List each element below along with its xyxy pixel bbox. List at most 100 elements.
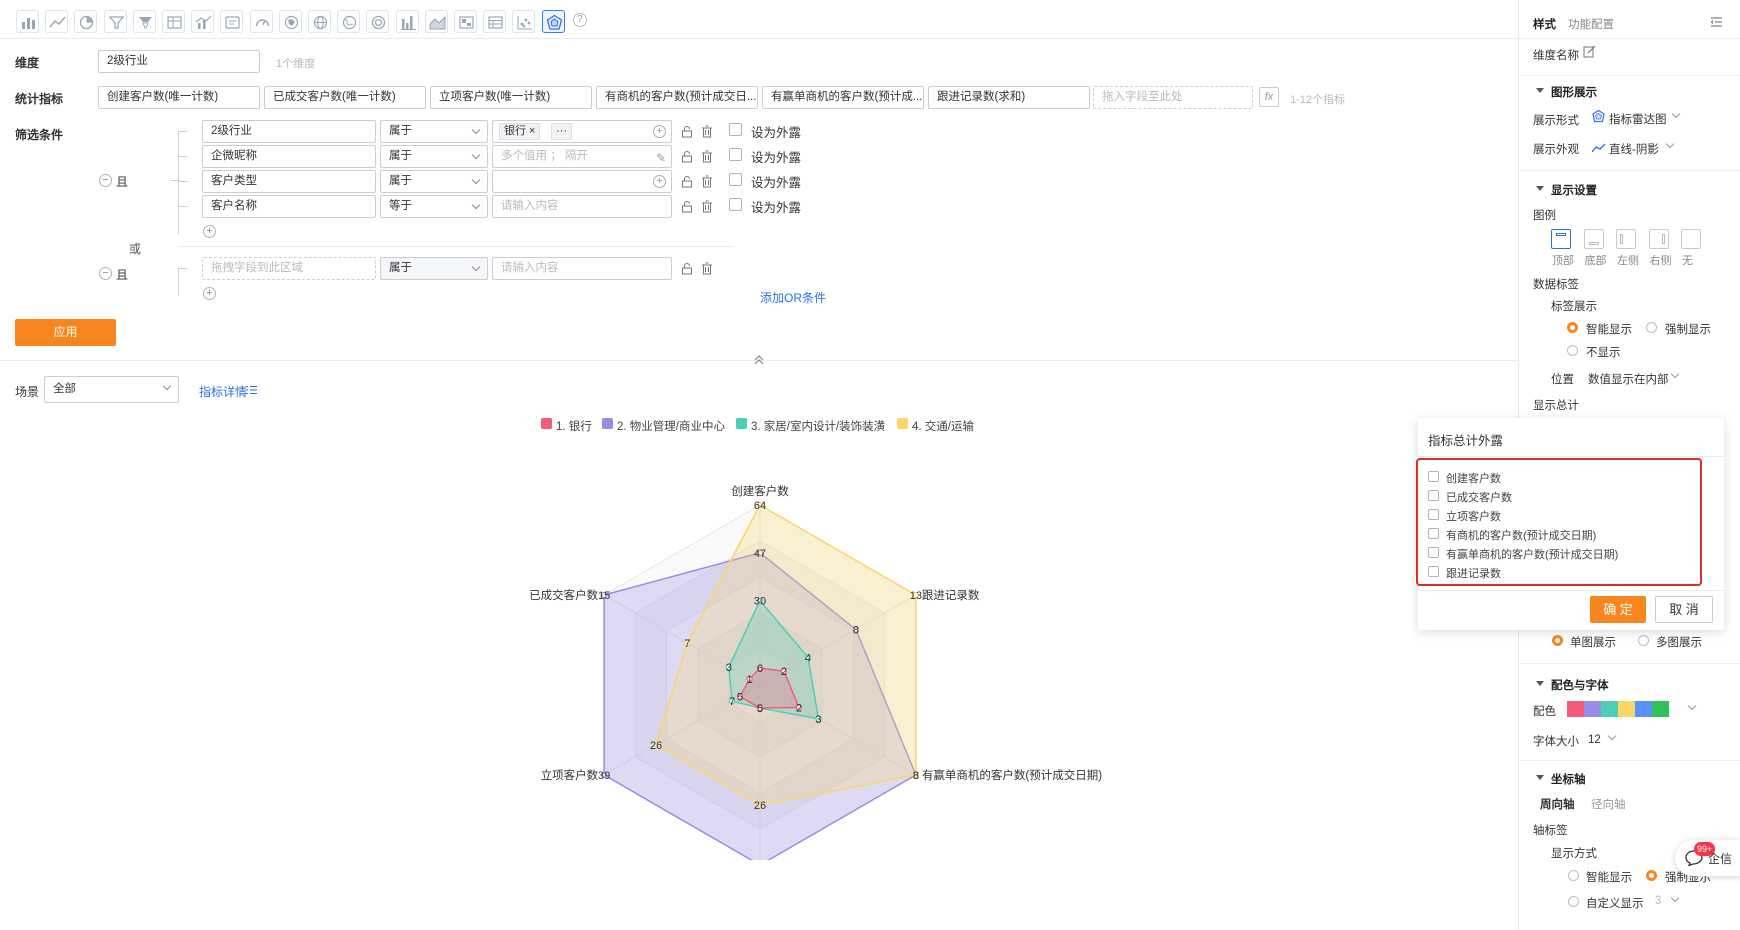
column-icon[interactable] bbox=[395, 10, 419, 33]
radio-multi-chart[interactable] bbox=[1638, 635, 1649, 646]
more-tags[interactable]: ··· bbox=[551, 123, 572, 140]
filter-field[interactable]: 企微昵称 bbox=[202, 145, 376, 168]
legend-label[interactable]: 3. 家居/室内设计/装饰装潢 bbox=[751, 418, 885, 434]
filter-value-input[interactable]: 多个值用 ； 隔开 ✎ bbox=[492, 145, 672, 168]
tab-style[interactable]: 样式 bbox=[1533, 16, 1556, 32]
table-icon[interactable] bbox=[162, 10, 185, 33]
popup-cancel-button[interactable]: 取 消 bbox=[1655, 596, 1713, 623]
expose-label[interactable]: 设为外露 bbox=[751, 147, 801, 166]
metric-drop-zone[interactable]: 拖入字段至此处 bbox=[1093, 86, 1253, 109]
globe-icon[interactable] bbox=[308, 10, 331, 33]
edit-icon[interactable]: ✎ bbox=[656, 148, 666, 167]
panel-menu-icon[interactable] bbox=[1710, 16, 1723, 28]
expose-checkbox[interactable] bbox=[729, 148, 742, 161]
popup-metric-checkbox[interactable] bbox=[1428, 566, 1439, 577]
scene-select[interactable]: 全部 bbox=[44, 376, 179, 403]
radio-axis-custom[interactable] bbox=[1568, 896, 1579, 907]
filter-value-input[interactable]: 请输入内容 bbox=[492, 257, 672, 280]
metric-field[interactable]: 创建客户数(唯一计数) bbox=[98, 86, 260, 109]
pie-chart-icon[interactable] bbox=[74, 10, 98, 33]
lock-icon[interactable] bbox=[681, 200, 693, 213]
popup-metric-label[interactable]: 已成交客户数 bbox=[1446, 489, 1512, 505]
add-or-condition-link[interactable]: 添加OR条件 bbox=[760, 289, 826, 306]
expose-checkbox[interactable] bbox=[729, 173, 742, 186]
expose-label[interactable]: 设为外露 bbox=[751, 172, 801, 191]
filter-operator-select[interactable]: 属于 bbox=[380, 170, 488, 193]
filter-value-input[interactable]: + bbox=[492, 170, 672, 193]
filter-field[interactable]: 客户名称 bbox=[202, 195, 376, 218]
legend-swatch[interactable] bbox=[897, 418, 908, 429]
metric-detail-link[interactable]: 指标详情 bbox=[199, 383, 247, 400]
world-map-icon[interactable] bbox=[337, 10, 361, 33]
palette-swatch[interactable] bbox=[1584, 701, 1601, 717]
filter-value-input[interactable]: 银行 × ··· + bbox=[492, 120, 672, 143]
graphic-section-header[interactable]: 图形展示 bbox=[1536, 84, 1597, 100]
radar-chart-icon[interactable] bbox=[541, 10, 565, 33]
legend-label[interactable]: 2. 物业管理/商业中心 bbox=[617, 418, 725, 434]
lock-icon[interactable] bbox=[681, 175, 693, 188]
text-card-icon[interactable] bbox=[220, 10, 244, 33]
popup-metric-checkbox[interactable] bbox=[1428, 471, 1439, 482]
metric-field[interactable]: 跟进记录数(求和) bbox=[928, 86, 1090, 109]
legend-label[interactable]: 4. 交通/运输 bbox=[912, 418, 974, 434]
trash-icon[interactable] bbox=[701, 200, 713, 213]
lock-icon[interactable] bbox=[681, 150, 693, 163]
legend-label[interactable]: 1. 银行 bbox=[556, 418, 592, 434]
popup-metric-label[interactable]: 有赢单商机的客户数(预计成交日期) bbox=[1446, 546, 1618, 562]
single-chart-option[interactable]: 单图展示 bbox=[1570, 634, 1616, 650]
legend-position-0[interactable] bbox=[1551, 229, 1571, 249]
label-option-smart[interactable]: 智能显示 bbox=[1586, 321, 1632, 337]
lock-icon[interactable] bbox=[681, 125, 693, 138]
help-icon[interactable]: ? bbox=[572, 13, 587, 27]
gauge-icon[interactable] bbox=[249, 10, 273, 33]
map-icon[interactable] bbox=[278, 10, 302, 33]
filter-operator-select[interactable]: 等于 bbox=[380, 195, 488, 218]
legend-swatch[interactable] bbox=[541, 418, 552, 429]
trash-icon[interactable] bbox=[701, 125, 713, 138]
filter-operator-select[interactable]: 属于 bbox=[380, 120, 488, 143]
popup-metric-label[interactable]: 立项客户数 bbox=[1446, 508, 1501, 524]
custom-value[interactable]: 3 bbox=[1655, 895, 1661, 907]
image-icon[interactable] bbox=[454, 10, 477, 33]
palette-swatch[interactable] bbox=[1635, 701, 1652, 717]
tab-circumferential-axis[interactable]: 周向轴 bbox=[1540, 796, 1575, 812]
popup-confirm-button[interactable]: 确 定 bbox=[1590, 596, 1646, 623]
expose-checkbox[interactable] bbox=[729, 123, 742, 136]
line-chart-icon[interactable] bbox=[45, 10, 69, 33]
radio-no-display[interactable] bbox=[1567, 345, 1578, 356]
bar-chart-icon[interactable] bbox=[16, 10, 39, 33]
popup-metric-checkbox[interactable] bbox=[1428, 490, 1439, 501]
popup-metric-checkbox[interactable] bbox=[1428, 547, 1439, 558]
popup-metric-label[interactable]: 跟进记录数 bbox=[1446, 565, 1501, 581]
add-icon[interactable]: + bbox=[653, 175, 666, 188]
legend-swatch[interactable] bbox=[602, 418, 613, 429]
expose-label[interactable]: 设为外露 bbox=[751, 122, 801, 141]
scatter-icon[interactable] bbox=[512, 10, 536, 33]
palette-swatch[interactable] bbox=[1601, 701, 1618, 717]
edit-icon[interactable] bbox=[1583, 45, 1596, 58]
lock-icon[interactable] bbox=[681, 262, 693, 275]
radio-force-display[interactable] bbox=[1646, 322, 1657, 333]
metric-field[interactable]: 有赢单商机的客户数(预计成... bbox=[762, 86, 924, 109]
collapse-group1-button[interactable]: − bbox=[99, 174, 112, 187]
position-value[interactable]: 数值显示在内部 bbox=[1588, 371, 1669, 387]
filter-operator-select[interactable]: 属于 bbox=[380, 145, 488, 168]
radio-single-chart[interactable] bbox=[1552, 635, 1563, 646]
popup-metric-checkbox[interactable] bbox=[1428, 528, 1439, 539]
filter-field[interactable]: 客户类型 bbox=[202, 170, 376, 193]
popup-metric-label[interactable]: 有商机的客户数(预计成交日期) bbox=[1446, 527, 1596, 543]
font-size-value[interactable]: 12 bbox=[1588, 734, 1601, 746]
chat-float-button[interactable]: 企信 99+ bbox=[1675, 840, 1740, 876]
label-option-force[interactable]: 强制显示 bbox=[1665, 321, 1711, 337]
legend-position-2[interactable] bbox=[1616, 229, 1636, 249]
expose-checkbox[interactable] bbox=[729, 198, 742, 211]
pivot-table-icon[interactable] bbox=[483, 10, 507, 33]
tab-radial-axis[interactable]: 径向轴 bbox=[1591, 796, 1626, 812]
area-chart-icon[interactable] bbox=[424, 10, 448, 33]
metric-field[interactable]: 立项客户数(唯一计数) bbox=[430, 86, 592, 109]
filter-field[interactable]: 2级行业 bbox=[202, 120, 376, 143]
trash-icon[interactable] bbox=[701, 175, 713, 188]
legend-swatch[interactable] bbox=[736, 418, 747, 429]
palette-swatch[interactable] bbox=[1652, 701, 1669, 717]
funnel-alt-icon[interactable] bbox=[132, 10, 156, 33]
